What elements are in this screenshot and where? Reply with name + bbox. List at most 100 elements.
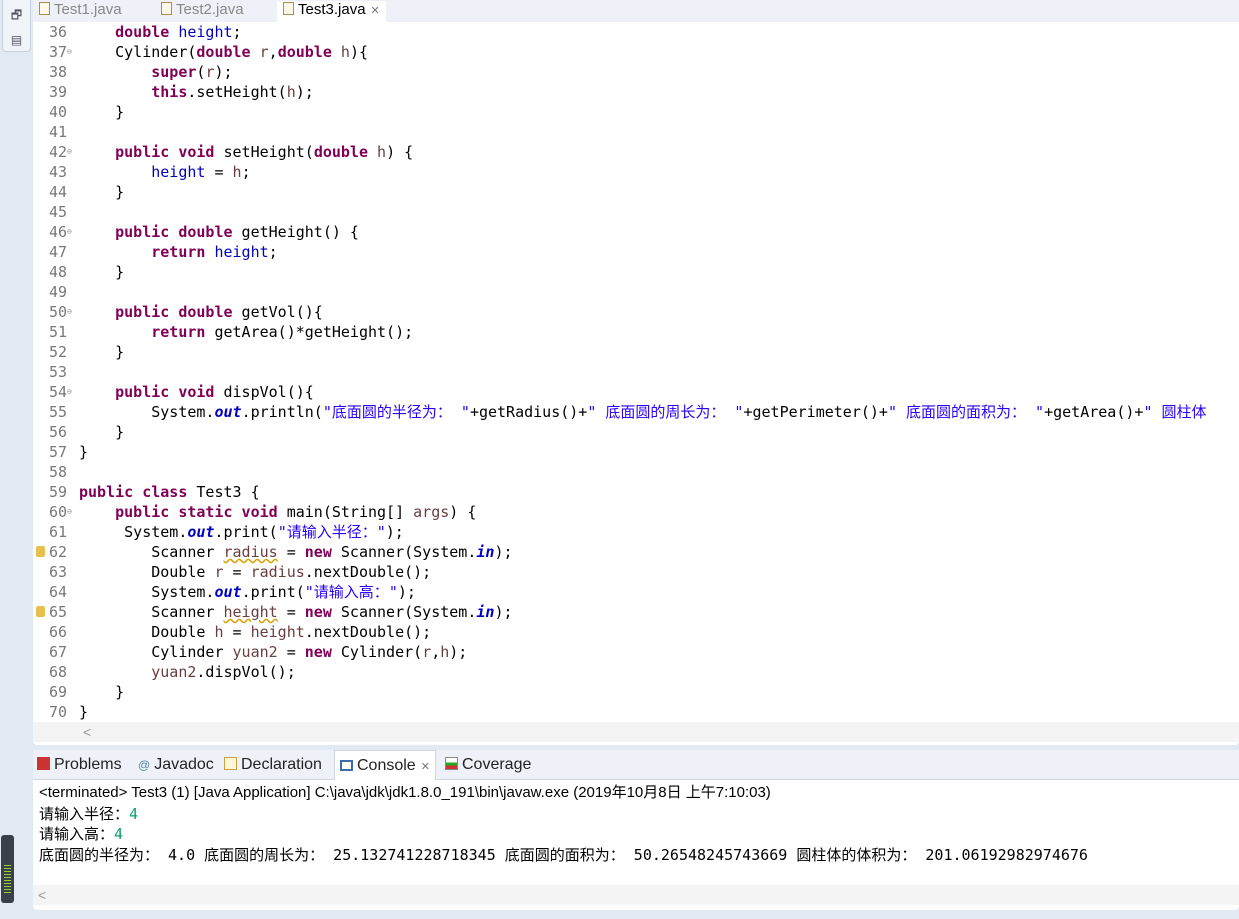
code-text: System.out.println("底面圆的半径为： "+getRadius…	[79, 402, 1207, 422]
fold-icon[interactable]: ⊖	[67, 382, 72, 402]
code-line[interactable]: 69 }	[33, 682, 1239, 702]
code-token: height	[223, 603, 278, 621]
code-line[interactable]: 56 }	[33, 422, 1239, 442]
code-line[interactable]: 61 System.out.print("请输入半径：");	[33, 522, 1239, 542]
code-token: }	[79, 343, 125, 361]
fold-icon[interactable]: ⊖	[67, 302, 72, 322]
code-line[interactable]: 44 }	[33, 182, 1239, 202]
code-line[interactable]: 41	[33, 122, 1239, 142]
code-token: yuan2	[232, 643, 278, 661]
tab-declaration[interactable]: Declaration	[224, 756, 322, 774]
code-token: +getArea()+	[1044, 403, 1144, 421]
code-line[interactable]: 64 System.out.print("请输入高：");	[33, 582, 1239, 602]
outline-icon[interactable]: ▤	[3, 33, 30, 47]
code-line[interactable]: 37 ⊖ Cylinder(double r,double h){	[33, 42, 1239, 62]
code-token: return	[151, 243, 206, 261]
code-text: public static void main(String[] args) {	[79, 502, 476, 522]
code-line[interactable]: 48 }	[33, 262, 1239, 282]
code-line[interactable]: 50 ⊖ public double getVol(){	[33, 302, 1239, 322]
tab-problems[interactable]: Problems	[37, 756, 122, 774]
problems-icon	[37, 757, 50, 770]
close-tab-icon[interactable]: ✕	[371, 5, 380, 17]
code-line[interactable]: 39 this.setHeight(h);	[33, 82, 1239, 102]
line-number: 63	[48, 563, 67, 581]
code-token: =	[205, 163, 233, 181]
code-line[interactable]: 52 }	[33, 342, 1239, 362]
code-line[interactable]: 70}	[33, 702, 1239, 722]
code-text: public void dispVol(){	[79, 382, 314, 402]
code-line[interactable]: 42 ⊖ public void setHeight(double h) {	[33, 142, 1239, 162]
code-line[interactable]: 45	[33, 202, 1239, 222]
code-line[interactable]: 62 Scanner radius = new Scanner(System.i…	[33, 542, 1239, 562]
tab-console[interactable]: Console ✕	[334, 750, 436, 780]
scroll-left-icon[interactable]: <	[83, 724, 91, 740]
line-number: 45	[48, 203, 67, 221]
declaration-icon	[224, 757, 237, 770]
code-token: Cylinder	[79, 643, 233, 661]
scroll-left-icon[interactable]: <	[38, 887, 46, 903]
code-token: public double	[115, 303, 233, 321]
code-line[interactable]: 43 height = h;	[33, 162, 1239, 182]
code-token: .setHeight(	[187, 83, 287, 101]
code-line[interactable]: 59 public class Test3 {	[33, 482, 1239, 502]
code-token: );	[397, 583, 416, 601]
code-text: yuan2.dispVol();	[79, 662, 296, 682]
code-line[interactable]: 63 Double r = radius.nextDouble();	[33, 562, 1239, 582]
code-token: h	[214, 623, 224, 641]
code-line[interactable]: 36 double height;	[33, 22, 1239, 42]
tab-test1[interactable]: Test1.java	[39, 1, 122, 18]
code-text: public double getHeight() {	[79, 222, 359, 242]
code-token: ){	[349, 43, 368, 61]
code-line[interactable]: 57}	[33, 442, 1239, 462]
code-area[interactable]: 36 double height; 37 ⊖ Cylinder(double r,d…	[33, 22, 1239, 722]
fold-icon[interactable]: ⊖	[67, 222, 72, 242]
code-line[interactable]: 65 Scanner height = new Scanner(System.i…	[33, 602, 1239, 622]
code-token: }	[79, 703, 89, 721]
code-line[interactable]: 68 yuan2.dispVol();	[33, 662, 1239, 682]
code-line[interactable]: 47 return height;	[33, 242, 1239, 262]
code-token: double	[313, 143, 368, 161]
code-token: " 底面圆的周长为： "	[587, 403, 744, 421]
code-token: =	[223, 623, 251, 641]
code-line[interactable]: 40 }	[33, 102, 1239, 122]
code-line[interactable]: 38 super(r);	[33, 62, 1239, 82]
code-line[interactable]: 51 return getArea()*getHeight();	[33, 322, 1239, 342]
code-line[interactable]: 55 System.out.println("底面圆的半径为： "+getRad…	[33, 402, 1239, 422]
code-line[interactable]: 58	[33, 462, 1239, 482]
trim-stack: 🗗 ▤	[2, 0, 31, 52]
code-token: height	[178, 23, 233, 41]
tab-test3[interactable]: Test3.java ✕	[277, 1, 386, 22]
restore-icon[interactable]: 🗗	[3, 6, 30, 27]
code-editor[interactable]: Test1.java Test2.java Test3.java ✕ 36 dou…	[33, 0, 1239, 745]
tab-test2[interactable]: Test2.java	[161, 1, 244, 18]
code-line[interactable]: 66 Double h = height.nextDouble();	[33, 622, 1239, 642]
editor-horizontal-scrollbar[interactable]: <	[33, 722, 1239, 742]
tab-coverage[interactable]: Coverage	[445, 756, 531, 774]
code-text: public double getVol(){	[79, 302, 323, 322]
code-line[interactable]: 53	[33, 362, 1239, 382]
code-line[interactable]: 67 Cylinder yuan2 = new Cylinder(r,h);	[33, 642, 1239, 662]
fold-icon[interactable]: ⊖	[67, 42, 72, 62]
code-line[interactable]: 49	[33, 282, 1239, 302]
code-token: main(String[]	[277, 503, 414, 521]
close-tab-icon[interactable]: ✕	[421, 761, 430, 773]
code-token: "底面圆的半径为： "	[322, 403, 470, 421]
code-token: radius	[250, 563, 305, 581]
code-line[interactable]: 60 ⊖ public static void main(String[] arg…	[33, 502, 1239, 522]
fold-icon[interactable]: ⊖	[67, 502, 72, 522]
line-number: 46	[48, 223, 67, 241]
code-line[interactable]: 46 ⊖ public double getHeight() {	[33, 222, 1239, 242]
code-token: setHeight(	[214, 143, 314, 161]
code-token: " 圆柱体	[1143, 403, 1207, 421]
fold-icon[interactable]: ⊖	[67, 142, 72, 162]
tab-javadoc[interactable]: @ Javadoc	[138, 756, 214, 774]
code-token: super	[151, 63, 197, 81]
heap-status-indicator[interactable]	[1, 835, 14, 903]
console-horizontal-scrollbar[interactable]: <	[33, 885, 1239, 905]
line-number: 68	[48, 663, 67, 681]
code-line[interactable]: 54 ⊖ public void dispVol(){	[33, 382, 1239, 402]
code-token: );	[449, 643, 468, 661]
